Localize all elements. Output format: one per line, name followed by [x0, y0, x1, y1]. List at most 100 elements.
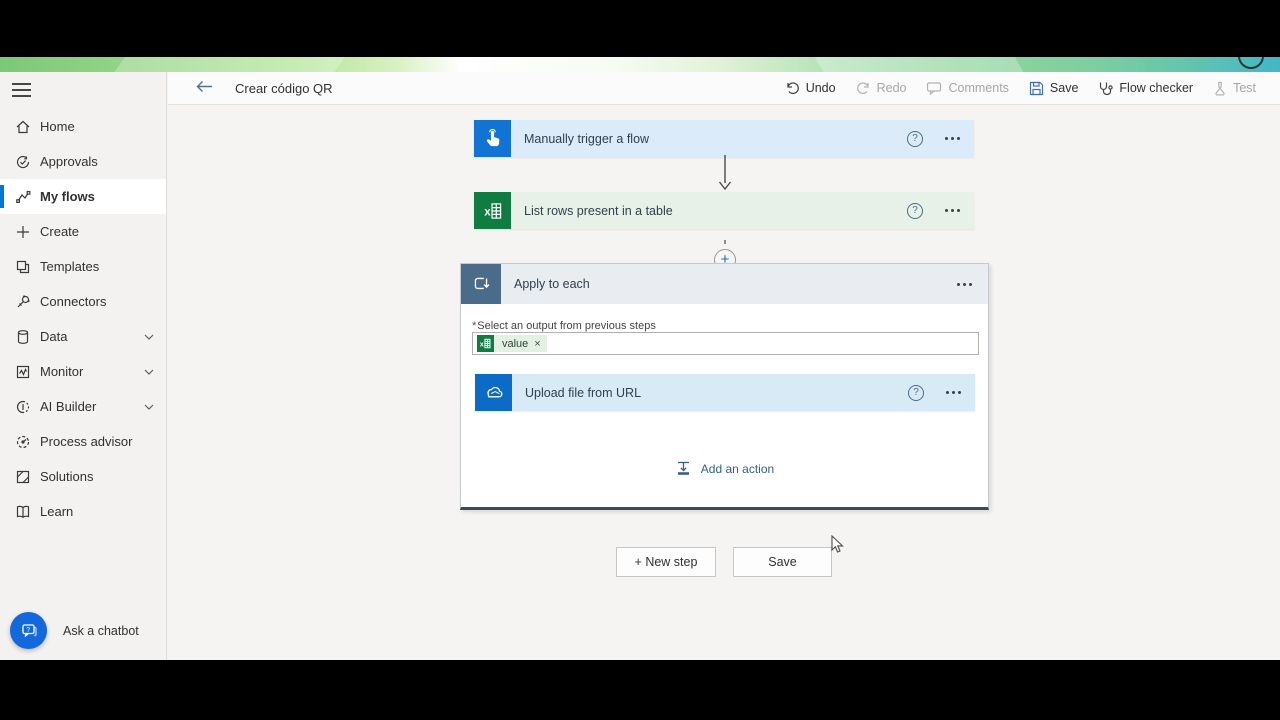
mouse-cursor	[831, 534, 844, 559]
apply-to-each-header[interactable]: Apply to each	[461, 264, 988, 304]
redo-icon	[856, 81, 871, 95]
templates-icon	[15, 259, 31, 275]
undo-button[interactable]: Undo	[785, 81, 836, 95]
save-icon	[1029, 81, 1044, 96]
sidebar-item-approvals[interactable]: Approvals	[0, 144, 166, 179]
sidebar-item-ai-builder[interactable]: AI Builder	[0, 389, 166, 424]
home-icon	[15, 119, 31, 135]
action-card-label: List rows present in a table	[524, 203, 673, 218]
sidebar-item-create[interactable]: Create	[0, 214, 166, 249]
connectors-icon	[15, 294, 31, 310]
svg-text:?: ?	[26, 626, 30, 633]
sidebar-item-label: Solutions	[40, 469, 94, 484]
ask-chatbot-button[interactable]: ? Ask a chatbot	[10, 612, 139, 649]
flow-canvas: Manually trigger a flow x List rows pres…	[168, 105, 1280, 660]
remove-chip-icon[interactable]	[534, 338, 540, 350]
loop-icon	[461, 264, 501, 304]
undo-icon	[785, 81, 800, 95]
back-arrow-icon[interactable]	[196, 80, 213, 97]
chip-label: value	[502, 337, 529, 350]
more-options-icon[interactable]	[945, 133, 960, 144]
output-field-label-text: Select an output from previous steps	[477, 320, 656, 332]
sidebar-item-templates[interactable]: Templates	[0, 249, 166, 284]
sidebar-item-home[interactable]: Home	[0, 109, 166, 144]
apply-to-each-label: Apply to each	[514, 277, 590, 291]
test-label: Test	[1233, 81, 1256, 95]
sidebar-item-my-flows[interactable]: My flows	[0, 179, 166, 214]
add-action-icon	[675, 460, 692, 477]
redo-button[interactable]: Redo	[856, 81, 907, 95]
sidebar-item-label: Home	[40, 119, 75, 134]
power-automate-window: Home Approvals My flows Create Templates…	[0, 0, 1280, 720]
comments-button[interactable]: Comments	[926, 81, 1009, 95]
connector-arrow	[717, 155, 733, 196]
apply-to-each-scope: Apply to each *Select an output from pre…	[460, 263, 989, 510]
test-button[interactable]: Test	[1213, 81, 1256, 96]
sidebar-item-learn[interactable]: Learn	[0, 494, 166, 529]
database-icon	[15, 329, 31, 345]
sidebar-item-process-advisor[interactable]: Process advisor	[0, 424, 166, 459]
help-icon[interactable]	[907, 130, 923, 147]
plus-icon	[15, 224, 31, 240]
flow-title: Crear código QR	[235, 80, 333, 96]
manual-trigger-icon	[474, 120, 511, 157]
chevron-down-icon[interactable]	[144, 334, 154, 340]
excel-icon: x	[474, 192, 511, 229]
toolbar: Undo Redo Comments Save Flow checker Tes…	[785, 81, 1256, 96]
svg-text:x: x	[480, 339, 484, 348]
flow-checker-label: Flow checker	[1119, 81, 1194, 95]
chevron-down-icon[interactable]	[144, 404, 154, 410]
more-options-icon[interactable]	[957, 279, 972, 290]
sidebar-item-label: Connectors	[40, 294, 107, 309]
action-card-label: Upload file from URL	[525, 385, 642, 400]
sidebar: Home Approvals My flows Create Templates…	[0, 72, 167, 660]
more-options-icon[interactable]	[946, 387, 961, 398]
sidebar-item-solutions[interactable]: Solutions	[0, 459, 166, 494]
flow-checker-button[interactable]: Flow checker	[1098, 81, 1193, 96]
trigger-card-manually-trigger[interactable]: Manually trigger a flow	[474, 120, 974, 157]
output-field-label: *Select an output from previous steps	[472, 320, 656, 332]
help-icon[interactable]	[908, 384, 924, 401]
test-beaker-icon	[1213, 81, 1227, 96]
sidebar-item-label: Monitor	[40, 364, 84, 379]
output-field-input[interactable]: x value	[472, 332, 979, 355]
ai-builder-icon	[15, 399, 31, 415]
new-step-button[interactable]: + New step	[616, 547, 716, 577]
sidebar-item-monitor[interactable]: Monitor	[0, 354, 166, 389]
avatar[interactable]	[1238, 57, 1264, 69]
sidebar-item-data[interactable]: Data	[0, 319, 166, 354]
chatbot-label: Ask a chatbot	[63, 623, 139, 638]
help-icon[interactable]	[907, 202, 923, 219]
my-flows-icon	[15, 189, 31, 205]
app-shell: Home Approvals My flows Create Templates…	[0, 72, 1280, 660]
comments-label: Comments	[948, 81, 1009, 95]
undo-label: Undo	[805, 81, 836, 95]
more-options-icon[interactable]	[945, 205, 960, 216]
chatbot-icon: ?	[10, 612, 47, 649]
sidebar-item-label: My flows	[40, 189, 95, 204]
monitor-icon	[15, 364, 31, 380]
save-flow-button[interactable]: Save	[733, 547, 832, 577]
required-asterisk: *	[472, 320, 477, 332]
action-card-upload-file[interactable]: Upload file from URL	[475, 374, 975, 411]
approvals-icon	[15, 154, 31, 170]
dynamic-content-chip-value[interactable]: x value	[477, 335, 547, 352]
save-button[interactable]: Save	[1029, 81, 1079, 96]
svg-text:x: x	[484, 205, 491, 218]
flow-header-bar: Crear código QR Undo Redo Comments Save …	[168, 72, 1280, 105]
sidebar-item-label: Create	[40, 224, 80, 239]
excel-chip-icon: x	[477, 335, 494, 352]
sidebar-item-label: Learn	[40, 504, 74, 519]
solutions-icon	[15, 469, 31, 485]
save-label: Save	[1049, 81, 1079, 95]
sidebar-item-label: Templates	[40, 259, 100, 274]
add-action-label: Add an action	[700, 461, 775, 476]
chevron-down-icon[interactable]	[144, 369, 154, 375]
redo-label: Redo	[876, 81, 907, 95]
sidebar-item-label: AI Builder	[40, 399, 97, 414]
hamburger-menu-icon[interactable]	[12, 83, 31, 98]
sidebar-item-connectors[interactable]: Connectors	[0, 284, 166, 319]
add-action-button[interactable]: Add an action	[461, 460, 988, 477]
action-card-list-rows[interactable]: x List rows present in a table	[474, 192, 974, 229]
trigger-card-label: Manually trigger a flow	[524, 131, 650, 146]
